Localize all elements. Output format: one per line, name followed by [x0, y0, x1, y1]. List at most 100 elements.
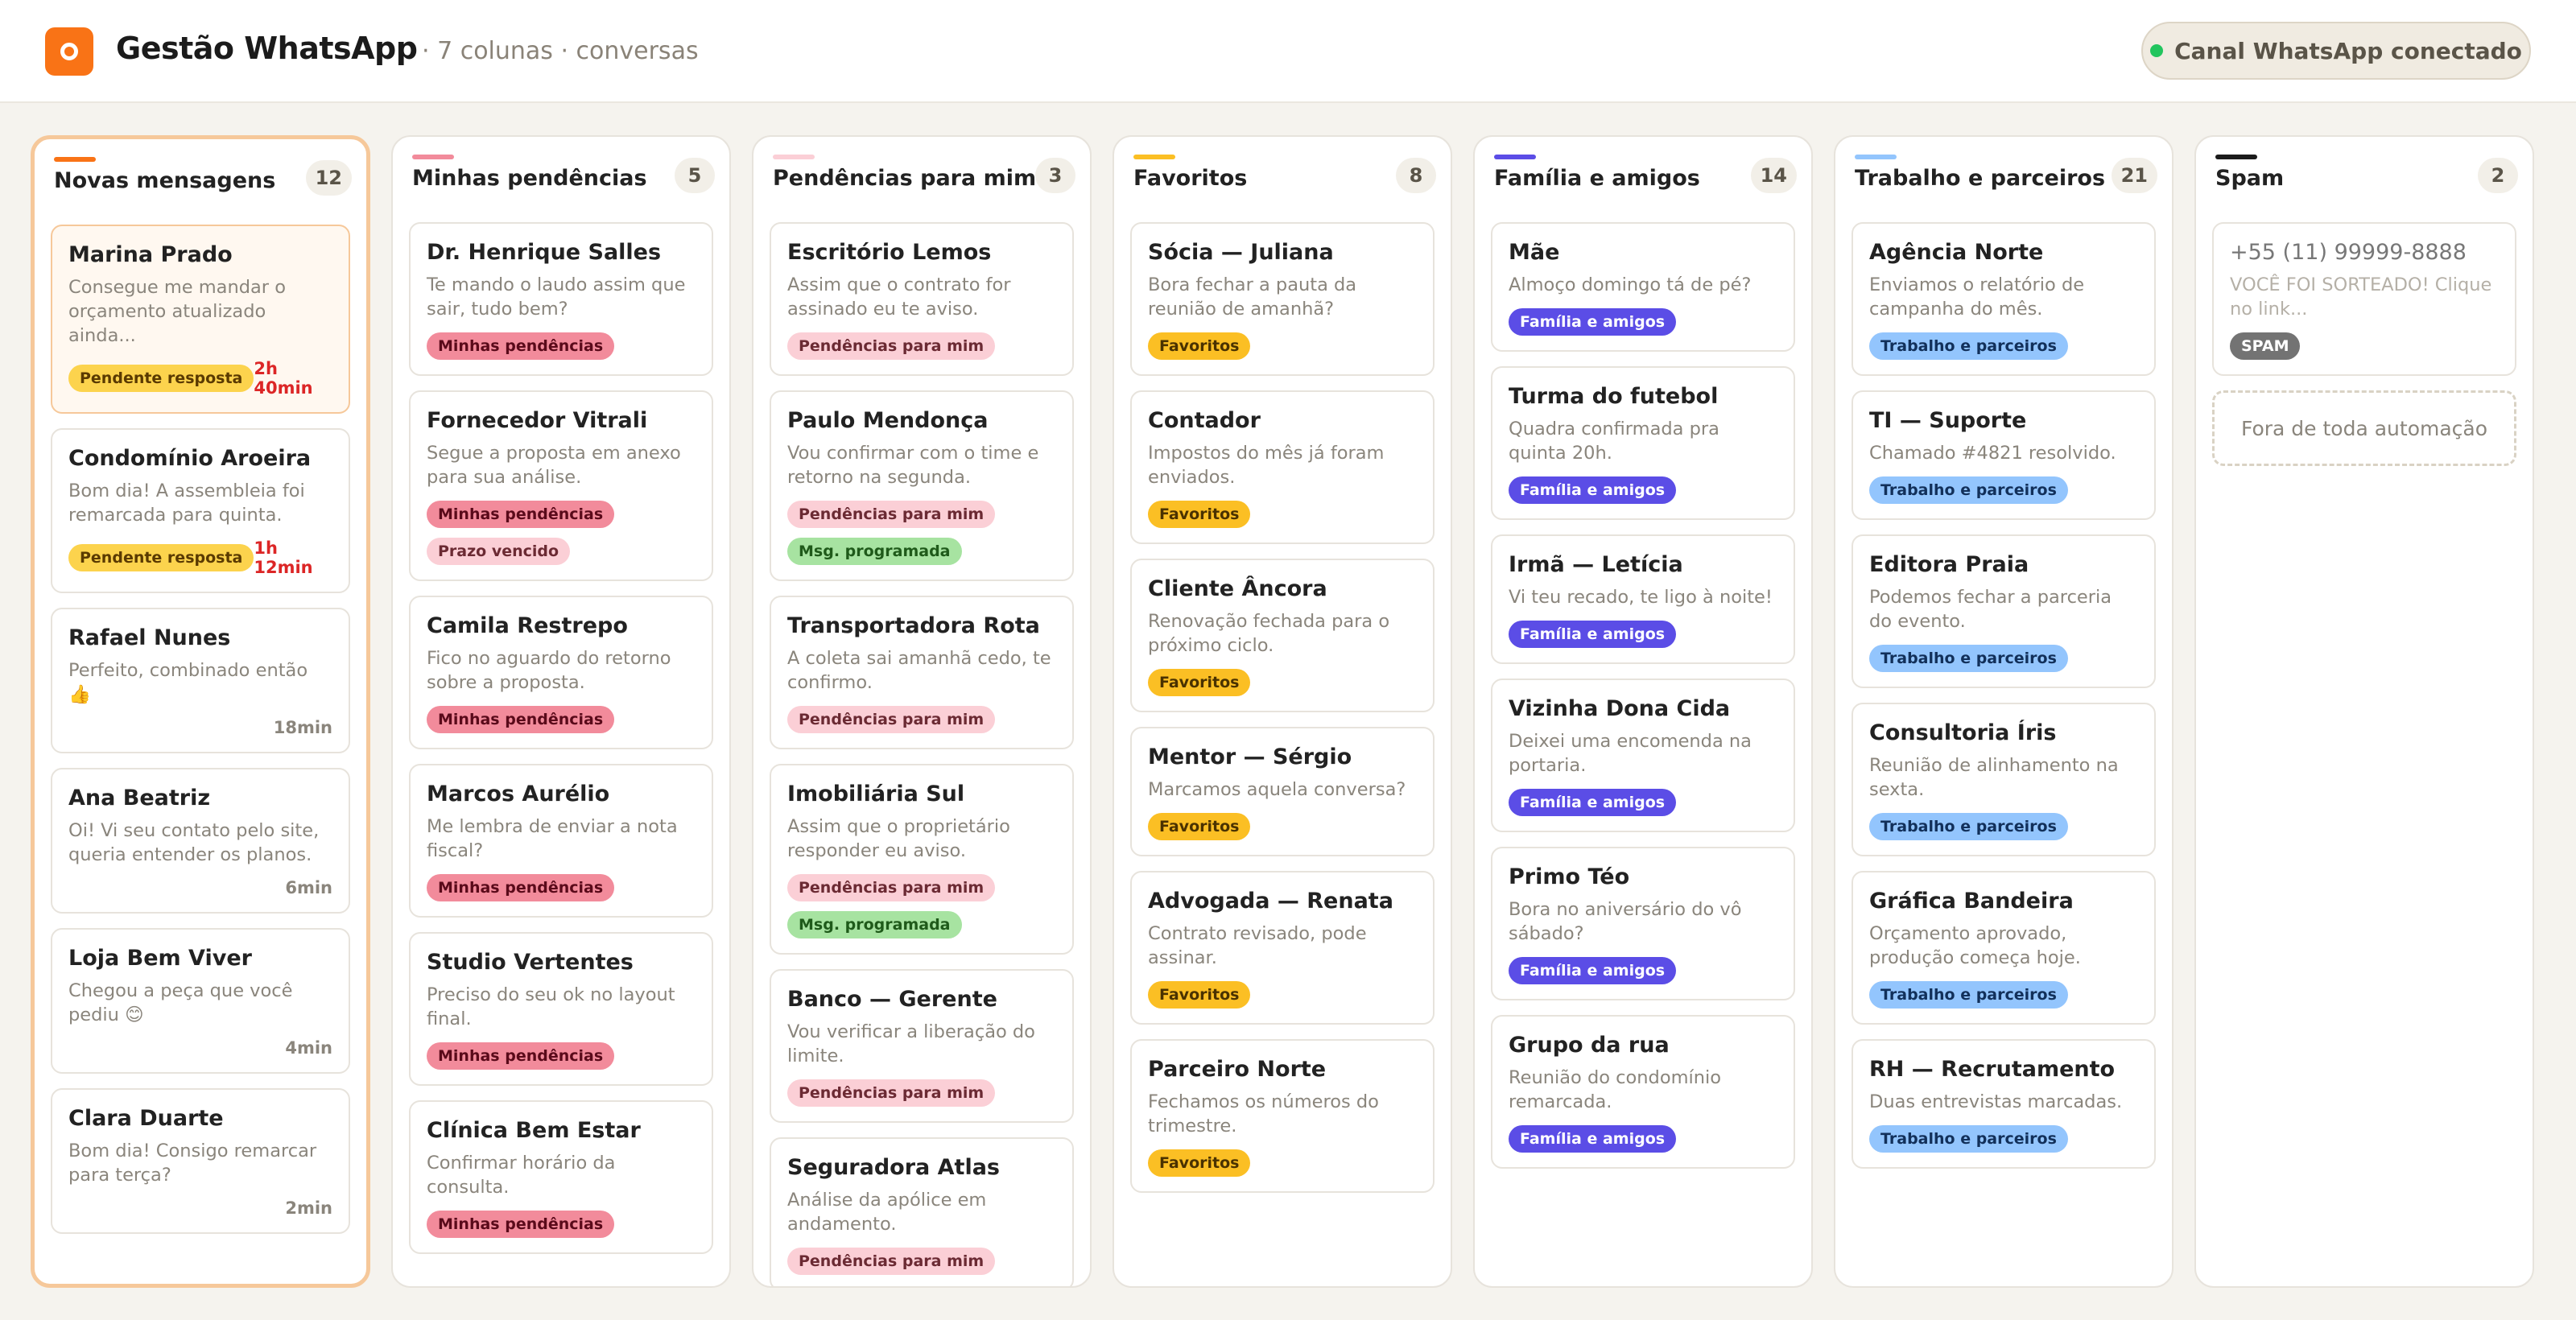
- conversation-card[interactable]: TI — Suporte Chamado #4821 resolvido. Trab…: [1852, 390, 2156, 520]
- conversation-card[interactable]: +55 (11) 99999-8888 VOCÊ FOI SORTEADO! Cl…: [2212, 222, 2516, 376]
- conversation-card[interactable]: Contador Impostos do mês já foram enviado…: [1130, 390, 1435, 544]
- conversation-card[interactable]: Transportadora Rota A coleta sai amanhã c…: [770, 596, 1074, 749]
- contact-name: Banco — Gerente: [787, 987, 997, 1012]
- conversation-card[interactable]: Mãe Almoço domingo tá de pé? Família e ami…: [1491, 222, 1795, 352]
- contact-name: Imobiliária Sul: [787, 782, 965, 806]
- tag-badge[interactable]: Minhas pendências: [427, 501, 615, 528]
- tag-badge[interactable]: Trabalho e parceiros: [1869, 645, 2068, 672]
- tag-badge[interactable]: Pendências para mim: [787, 1079, 996, 1107]
- tag-badge[interactable]: Trabalho e parceiros: [1869, 476, 2068, 504]
- tag-badge[interactable]: SPAM: [2230, 332, 2301, 360]
- kanban-column: Favoritos 8 Sócia — Juliana Bora fechar a p…: [1113, 135, 1452, 1288]
- tag-badge[interactable]: Trabalho e parceiros: [1869, 813, 2068, 840]
- no-automation-dropzone[interactable]: Fora de toda automação: [2212, 390, 2516, 466]
- tag-badge[interactable]: Família e amigos: [1509, 621, 1677, 648]
- conversation-card[interactable]: Marina Prado Consegue me mandar o orçamen…: [51, 225, 350, 414]
- tag-badge[interactable]: Favoritos: [1148, 332, 1251, 360]
- conversation-card[interactable]: Cliente Âncora Renovação fechada para o p…: [1130, 559, 1435, 712]
- message-preview: Quadra confirmada pra quinta 20h.: [1509, 419, 1719, 464]
- tag-list: Minhas pendências: [427, 874, 696, 901]
- tag-badge[interactable]: Família e amigos: [1509, 1125, 1677, 1153]
- tag-badge[interactable]: Pendente resposta: [68, 544, 254, 571]
- conversation-card[interactable]: Primo Téo Bora no aniversário do vô sábad…: [1491, 847, 1795, 1000]
- tag-badge[interactable]: Família e amigos: [1509, 308, 1677, 336]
- conversation-card[interactable]: Camila Restrepo Fico no aguardo do retorn…: [409, 596, 713, 749]
- card-footer: 18min: [68, 718, 332, 737]
- tag-badge[interactable]: Favoritos: [1148, 501, 1251, 528]
- tag-badge[interactable]: Pendências para mim: [787, 1248, 996, 1275]
- message-preview: Reunião de alinhamento na sexta.: [1869, 755, 2119, 800]
- conversation-card[interactable]: Clínica Bem Estar Confirmar horário da co…: [409, 1100, 713, 1254]
- tag-badge[interactable]: Pendências para mim: [787, 332, 996, 360]
- tag-badge[interactable]: Minhas pendências: [427, 706, 615, 733]
- tag-badge[interactable]: Trabalho e parceiros: [1869, 1125, 2068, 1153]
- conversation-card[interactable]: Clara Duarte Bom dia! Consigo remarcar pa…: [51, 1088, 350, 1234]
- conversation-card[interactable]: Rafael Nunes Perfeito, combinado então 👍 1…: [51, 608, 350, 753]
- conversation-card[interactable]: Irmã — Letícia Vi teu recado, te ligo à n…: [1491, 534, 1795, 664]
- conversation-card[interactable]: Marcos Aurélio Me lembra de enviar a nota…: [409, 764, 713, 918]
- tag-badge[interactable]: Favoritos: [1148, 813, 1251, 840]
- conversation-card[interactable]: Fornecedor Vitrali Segue a proposta em an…: [409, 390, 713, 581]
- tag-badge[interactable]: Favoritos: [1148, 1149, 1251, 1177]
- tag-badge[interactable]: Família e amigos: [1509, 789, 1677, 816]
- contact-name: Vizinha Dona Cida: [1509, 696, 1731, 721]
- tag-badge[interactable]: Favoritos: [1148, 669, 1251, 696]
- contact-name: Advogada — Renata: [1148, 889, 1393, 914]
- tag-badge[interactable]: Prazo vencido: [427, 538, 571, 565]
- column-count-badge: 3: [1035, 158, 1075, 193]
- tag-badge[interactable]: Trabalho e parceiros: [1869, 332, 2068, 360]
- conversation-card[interactable]: Seguradora Atlas Análise da apólice em an…: [770, 1137, 1074, 1286]
- tag-badge[interactable]: Minhas pendências: [427, 1211, 615, 1238]
- conversation-card[interactable]: Sócia — Juliana Bora fechar a pauta da re…: [1130, 222, 1435, 376]
- conversation-card[interactable]: RH — Recrutamento Duas entrevistas marcad…: [1852, 1039, 2156, 1169]
- tag-list: Minhas pendências: [427, 706, 696, 733]
- message-preview: Vi teu recado, te ligo à noite!: [1509, 587, 1773, 608]
- message-preview: Chegou a peça que você pediu 😊: [68, 980, 293, 1025]
- tag-badge[interactable]: Trabalho e parceiros: [1869, 981, 2068, 1009]
- conversation-card[interactable]: Editora Praia Podemos fechar a parceria d…: [1852, 534, 2156, 688]
- conversation-card[interactable]: Studio Vertentes Preciso do seu ok no lay…: [409, 932, 713, 1086]
- tag-badge[interactable]: Msg. programada: [787, 538, 962, 565]
- tag-badge[interactable]: Pendente resposta: [68, 365, 254, 392]
- conversation-card[interactable]: Turma do futebol Quadra confirmada pra qu…: [1491, 366, 1795, 520]
- tag-list: Família e amigos: [1509, 1125, 1777, 1153]
- conversation-card[interactable]: Condomínio Aroeira Bom dia! A assembleia …: [51, 428, 350, 593]
- tag-badge[interactable]: Msg. programada: [787, 911, 962, 938]
- wait-time: 1h 12min: [254, 538, 313, 577]
- conversation-card[interactable]: Banco — Gerente Vou verificar a liberação…: [770, 969, 1074, 1123]
- tag-badge[interactable]: Pendências para mim: [787, 874, 996, 901]
- tag-badge[interactable]: Pendências para mim: [787, 501, 996, 528]
- message-preview: Renovação fechada para o próximo ciclo.: [1148, 611, 1390, 656]
- tag-badge[interactable]: Minhas pendências: [427, 332, 615, 360]
- tag-badge[interactable]: Minhas pendências: [427, 874, 615, 901]
- conversation-card[interactable]: Consultoria Íris Reunião de alinhamento n…: [1852, 703, 2156, 856]
- tag-badge[interactable]: Pendências para mim: [787, 706, 996, 733]
- column-accent-bar: [773, 155, 815, 159]
- conversation-card[interactable]: Grupo da rua Reunião do condomínio remarc…: [1491, 1015, 1795, 1169]
- tag-badge[interactable]: Favoritos: [1148, 981, 1251, 1009]
- tag-badge[interactable]: Família e amigos: [1509, 957, 1677, 984]
- app-subtitle: · 7 colunas · conversas: [422, 37, 699, 65]
- conversation-card[interactable]: Parceiro Norte Fechamos os números do tri…: [1130, 1039, 1435, 1193]
- conversation-card[interactable]: Imobiliária Sul Assim que o proprietário …: [770, 764, 1074, 955]
- conversation-card[interactable]: Dr. Henrique Salles Te mando o laudo assi…: [409, 222, 713, 376]
- connection-status-badge[interactable]: Canal WhatsApp conectado: [2141, 22, 2531, 80]
- tag-list: Minhas pendências: [427, 332, 696, 360]
- tag-badge[interactable]: Família e amigos: [1509, 476, 1677, 504]
- conversation-card[interactable]: Gráfica Bandeira Orçamento aprovado, prod…: [1852, 871, 2156, 1025]
- conversation-card[interactable]: Agência Norte Enviamos o relatório de cam…: [1852, 222, 2156, 376]
- column-count-badge: 21: [2111, 158, 2157, 193]
- tag-badge[interactable]: Minhas pendências: [427, 1042, 615, 1070]
- kanban-column: Família e amigos 14 Mãe Almoço domingo tá d…: [1473, 135, 1813, 1288]
- conversation-card[interactable]: Vizinha Dona Cida Deixei uma encomenda na…: [1491, 679, 1795, 832]
- conversation-card[interactable]: Ana Beatriz Oi! Vi seu contato pelo site,…: [51, 768, 350, 914]
- tag-list: Família e amigos: [1509, 621, 1777, 648]
- conversation-card[interactable]: Escritório Lemos Assim que o contrato for…: [770, 222, 1074, 376]
- conversation-card[interactable]: Loja Bem Viver Chegou a peça que você ped…: [51, 928, 350, 1074]
- contact-name: +55 (11) 99999-8888: [2230, 240, 2467, 265]
- conversation-card[interactable]: Paulo Mendonça Vou confirmar com o time e…: [770, 390, 1074, 581]
- column-count-badge: 14: [1750, 158, 1797, 193]
- tag-list: Trabalho e parceiros: [1869, 813, 2138, 840]
- conversation-card[interactable]: Mentor — Sérgio Marcamos aquela conversa?…: [1130, 727, 1435, 856]
- conversation-card[interactable]: Advogada — Renata Contrato revisado, pode…: [1130, 871, 1435, 1025]
